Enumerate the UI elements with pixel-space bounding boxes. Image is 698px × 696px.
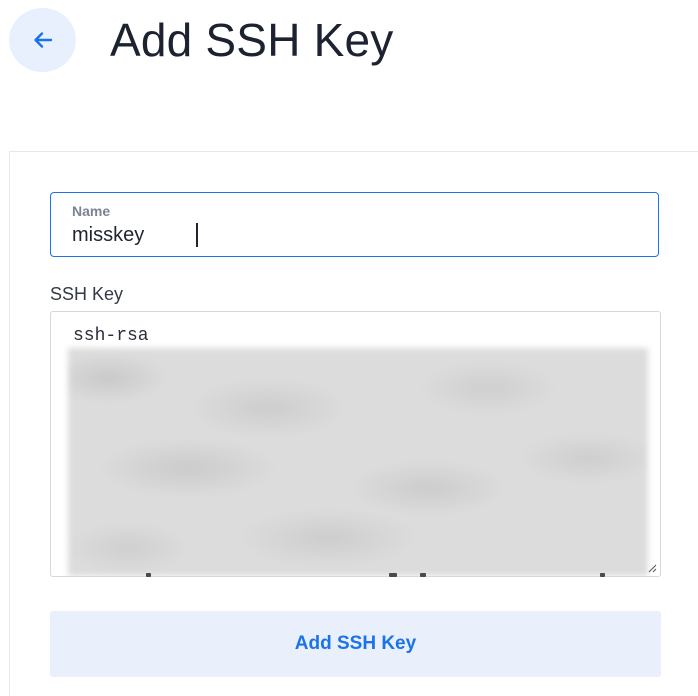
back-button[interactable] [9,8,76,72]
resize-handle-icon[interactable] [647,563,657,573]
name-field[interactable]: Name [50,192,659,257]
name-field-label: Name [72,203,111,219]
ssh-key-redacted-blur [68,348,648,576]
redacted-speck [389,573,397,577]
ssh-key-textarea[interactable]: ssh-rsa [50,311,661,577]
add-ssh-key-page: Add SSH Key Name SSH Key ssh-rsa Add SSH… [0,0,698,696]
redacted-speck [420,573,426,577]
ssh-key-visible-prefix: ssh-rsa [73,326,149,346]
arrow-left-icon [33,32,52,48]
page-title: Add SSH Key [110,14,394,66]
text-caret [196,223,198,247]
ssh-key-label: SSH Key [50,284,124,304]
add-ssh-key-button[interactable]: Add SSH Key [50,611,661,677]
redacted-speck [146,573,151,577]
name-input[interactable] [71,222,632,248]
redacted-speck [600,573,605,577]
